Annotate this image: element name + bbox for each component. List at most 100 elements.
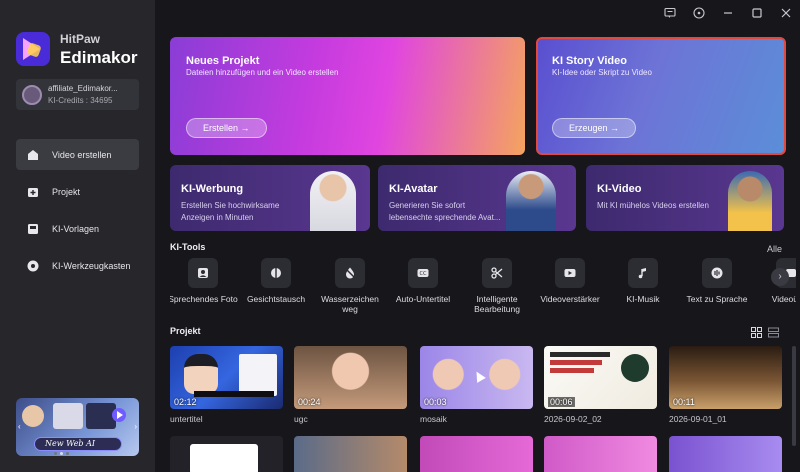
play-icon [112, 408, 126, 422]
project-thumbnail[interactable] [669, 436, 782, 472]
watermark-remove-icon [335, 258, 365, 288]
chevron-left-icon[interactable]: ‹ [18, 422, 21, 431]
feedback-icon[interactable] [655, 0, 684, 26]
tool-text-zu-sprache[interactable]: Text zu Sprache [682, 258, 752, 304]
project-duration: 00:03 [424, 397, 447, 407]
view-toggle [751, 327, 779, 338]
templates-icon [26, 222, 40, 236]
tool-label: Intelligente Bearbeitung [474, 294, 520, 314]
sidebar-item-video-erstellen[interactable]: Video erstellen [16, 139, 139, 170]
titlebar [655, 0, 800, 26]
sidebar-item-label: KI-Vorlagen [52, 223, 100, 234]
project-thumbnail[interactable] [294, 436, 407, 472]
feature-description: Mit KI mühelos Videos erstellen [597, 201, 709, 210]
project-name: 2026-09-02_02 [544, 414, 602, 424]
tool-intelligente-bearbeitung[interactable]: Intelligente Bearbeitung [462, 258, 532, 314]
sidebar: HitPaw Edimakor affiliate_Edimakor... KI… [0, 0, 155, 472]
project-thumbnail[interactable] [420, 436, 533, 472]
thumbnail-image [239, 354, 277, 396]
feature-description: Erstellen Sie hochwirksame Anzeigen in M… [181, 201, 280, 222]
new-project-card[interactable]: Neues Projekt Dateien hinzufügen und ein… [170, 37, 525, 155]
carousel-dots [54, 452, 69, 455]
tool-ki-musik[interactable]: KI-Musik [608, 258, 678, 304]
project-thumbnail[interactable]: 00:03 [420, 346, 533, 409]
chevron-right-icon[interactable]: › [134, 422, 137, 431]
ki-tools-heading: KI-Tools [170, 242, 206, 252]
video-create-icon [26, 148, 40, 162]
grid-view-icon[interactable] [751, 327, 762, 338]
sidebar-item-label: Video erstellen [52, 149, 112, 160]
project-thumbnail[interactable]: 00:11 [669, 346, 782, 409]
project-thumbnail[interactable] [170, 436, 283, 472]
ki-avatar-card[interactable]: KI-Avatar Generieren Sie sofort lebensec… [378, 165, 576, 231]
account-card[interactable]: affiliate_Edimakor... KI-Credits : 34695 [16, 79, 139, 110]
feature-description: Generieren Sie sofort lebensechte sprech… [389, 201, 501, 222]
carousel-dot[interactable] [54, 452, 57, 455]
tool-sprechendes-foto[interactable]: Sprechendes Foto [170, 258, 238, 304]
sidebar-nav: Video erstellen Projekt KI-Vorlagen KI-W… [16, 139, 139, 287]
promo-avatar-image [22, 405, 44, 427]
projects-heading: Projekt [170, 326, 201, 336]
sidebar-item-label: KI-Werkzeugkasten [52, 260, 131, 271]
sidebar-item-projekt[interactable]: Projekt [16, 176, 139, 207]
sidebar-item-ki-vorlagen[interactable]: KI-Vorlagen [16, 213, 139, 244]
all-tools-link[interactable]: Alle [767, 244, 782, 254]
subtitle-icon: CC [408, 258, 438, 288]
feature-illustration [506, 171, 556, 231]
mouse-cursor-icon [472, 369, 486, 383]
ki-tools-row: Sprechendes Foto Gesichtstausch Wasserze… [170, 258, 796, 316]
promo-label: New Web AI [34, 437, 122, 451]
ki-video-card[interactable]: KI-Video Mit KI mühelos Videos erstellen [586, 165, 784, 231]
tool-label: Text zu Sprache [686, 294, 748, 304]
new-project-title: Neues Projekt [186, 55, 260, 67]
create-button[interactable]: Erstellen → [186, 118, 267, 138]
tool-videoverstaerker[interactable]: Videoverstärker [535, 258, 605, 304]
thumbnail-image [184, 354, 218, 394]
ki-werbung-card[interactable]: KI-Werbung Erstellen Sie hochwirksame An… [170, 165, 370, 231]
tool-auto-untertitel[interactable]: CC Auto-Untertitel [388, 258, 458, 304]
carousel-dot[interactable] [60, 452, 63, 455]
tool-label: Sprechendes Foto [170, 294, 238, 304]
tool-label: Auto-Untertitel [395, 294, 451, 304]
new-project-subtitle: Dateien hinzufügen und ein Video erstell… [186, 68, 339, 77]
thumbnail-image [194, 391, 274, 397]
tool-label: Videoüber [771, 294, 796, 304]
promo-banner[interactable]: ‹ › New Web AI [16, 398, 139, 456]
edimakor-logo-icon [16, 32, 50, 66]
sidebar-item-ki-werkzeugkasten[interactable]: KI-Werkzeugkasten [16, 250, 139, 281]
tool-label: Videoverstärker [540, 294, 600, 304]
account-name: affiliate_Edimakor... [48, 83, 118, 93]
maximize-icon[interactable] [742, 0, 771, 26]
list-view-icon[interactable] [768, 327, 779, 338]
project-duration: 00:11 [673, 397, 695, 407]
carousel-dot[interactable] [66, 452, 69, 455]
toolbox-icon [26, 259, 40, 273]
project-name: mosaik [420, 414, 447, 424]
chevron-right-icon[interactable]: › [771, 268, 789, 286]
info-icon[interactable] [684, 0, 713, 26]
tool-gesichtstausch[interactable]: Gesichtstausch [241, 258, 311, 304]
tool-label: Gesichtstausch [246, 294, 306, 304]
feature-illustration [728, 171, 772, 231]
project-thumbnail[interactable] [544, 436, 657, 472]
close-icon[interactable] [771, 0, 800, 26]
project-thumbnail[interactable]: 00:06 [544, 346, 657, 409]
minimize-icon[interactable] [713, 0, 742, 26]
ki-story-video-card[interactable]: KI Story Video KI-Idee oder Skript zu Vi… [536, 37, 786, 155]
thumbnail-headline [550, 352, 612, 382]
project-icon [26, 185, 40, 199]
project-thumbnail[interactable]: 00:24 [294, 346, 407, 409]
project-duration: 00:06 [548, 397, 575, 407]
tool-label: Wasserzeichen weg [321, 294, 379, 314]
music-icon [628, 258, 658, 288]
project-duration: 00:24 [298, 397, 321, 407]
feature-illustration [310, 171, 356, 231]
svg-text:CC: CC [420, 271, 427, 277]
project-thumbnail[interactable]: 02:12 [170, 346, 283, 409]
projects-scrollbar[interactable] [792, 346, 796, 446]
generate-button[interactable]: Erzeugen → [552, 118, 637, 138]
promo-preview-image [53, 403, 83, 429]
tool-wasserzeichen-weg[interactable]: Wasserzeichen weg [315, 258, 385, 314]
tool-label: KI-Musik [626, 294, 660, 304]
brand-name-line1: HitPaw [60, 31, 101, 46]
